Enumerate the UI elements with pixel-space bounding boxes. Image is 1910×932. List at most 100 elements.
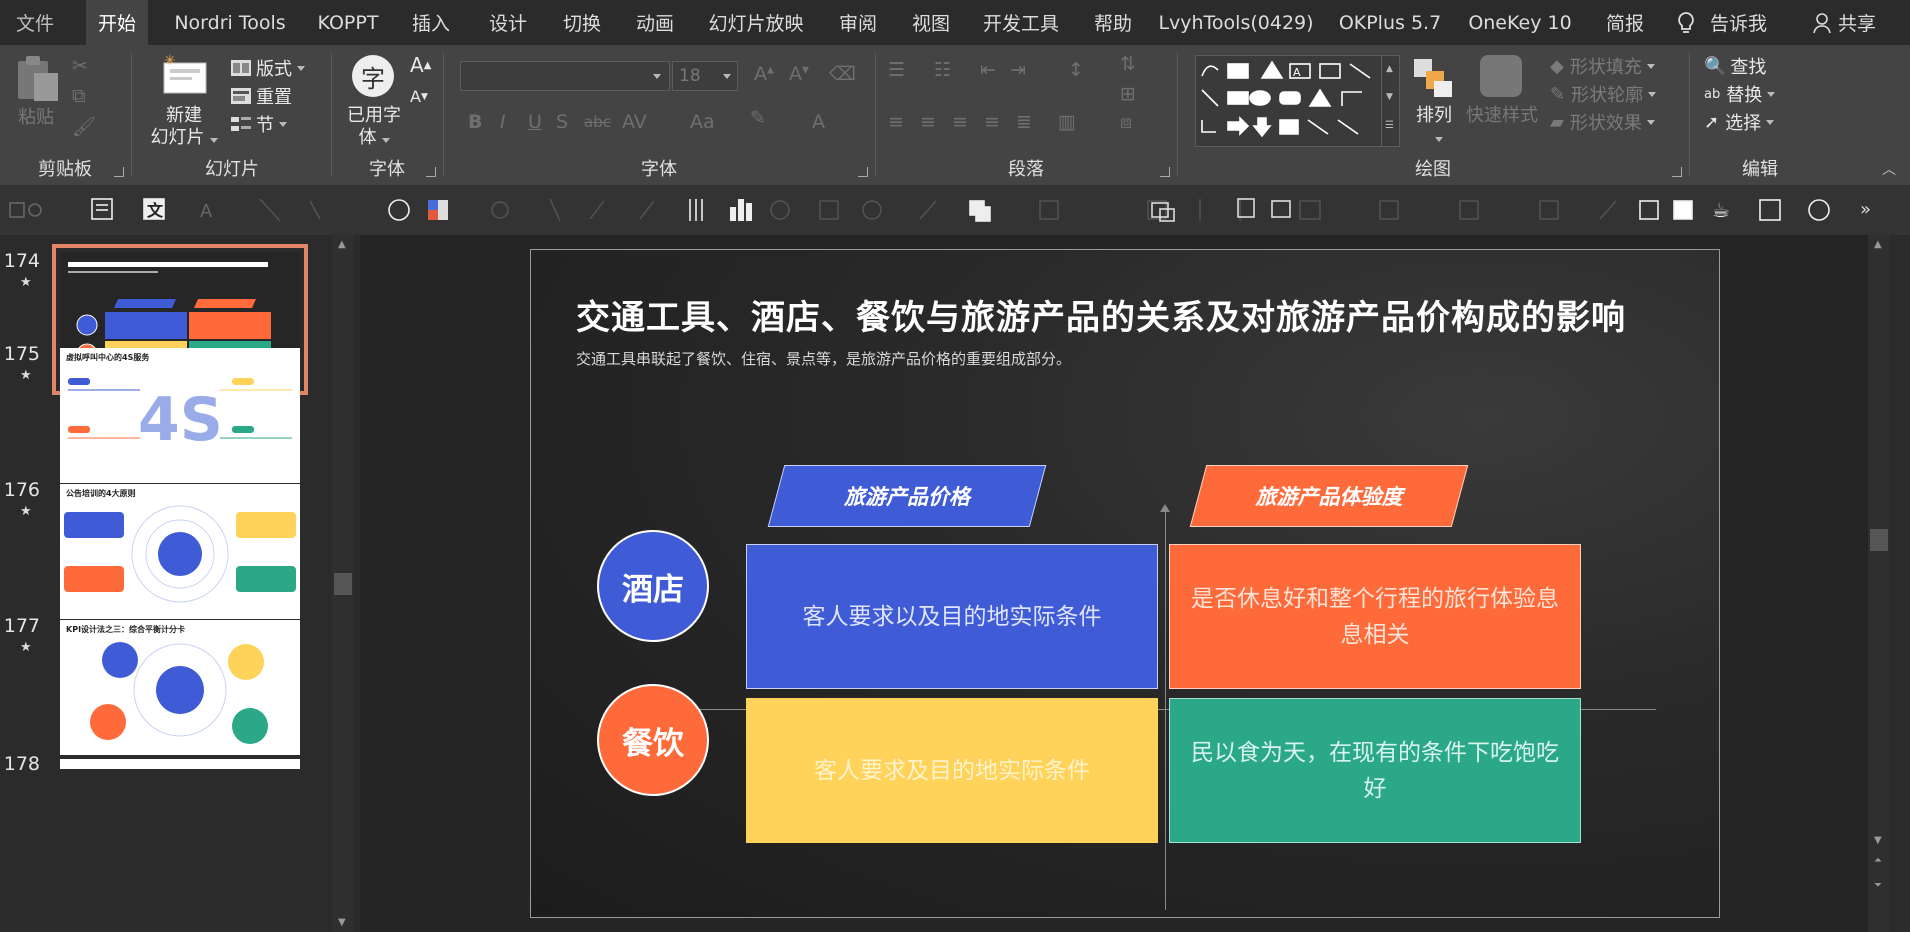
- scroll-down-icon[interactable]: ▼: [1874, 835, 1882, 846]
- header-price[interactable]: 旅游产品价格: [767, 465, 1047, 527]
- header-experience[interactable]: 旅游产品体验度: [1189, 465, 1469, 527]
- cell-dining-price[interactable]: 客人要求及目的地实际条件: [746, 698, 1158, 843]
- slide-thumbnail-176[interactable]: 公告培训的4大原则: [60, 484, 300, 619]
- scroll-up-icon[interactable]: ▲: [1874, 239, 1882, 250]
- quick-styles-label[interactable]: 快速样式: [1462, 105, 1542, 127]
- gallery-up-icon[interactable]: ▲: [1386, 64, 1393, 74]
- tab-animations[interactable]: 动画: [624, 0, 686, 45]
- char-spacing-icon[interactable]: AV: [622, 111, 647, 133]
- current-slide[interactable]: 交通工具、酒店、餐饮与旅游产品的关系及对旅游产品价构成的影响 交通工具串联起了餐…: [530, 249, 1720, 918]
- tab-file[interactable]: 文件: [0, 0, 70, 45]
- font-size-combo[interactable]: 18: [672, 61, 738, 91]
- used-fonts-label[interactable]: 已用字 体: [332, 105, 416, 149]
- tab-onekey[interactable]: OneKey 10: [1460, 0, 1580, 45]
- slide-thumbnail-175[interactable]: 虚拟呼叫中心的4S服务 4S: [60, 348, 300, 483]
- slide-thumbnail-178[interactable]: [60, 759, 300, 769]
- section-button[interactable]: 节: [230, 111, 287, 137]
- gallery-more-icon[interactable]: ☰: [1385, 120, 1394, 131]
- copy-icon[interactable]: ⧉: [72, 85, 86, 107]
- previous-slide-icon[interactable]: ⏶: [1874, 855, 1882, 866]
- numbering-icon[interactable]: ☷: [934, 59, 951, 81]
- editor-scrollbar[interactable]: ▲ ▼ ⏶ ⏷: [1868, 235, 1890, 932]
- shape-outline-button[interactable]: ✎ 形状轮廓: [1550, 81, 1657, 107]
- clear-format-icon[interactable]: ⌫: [829, 63, 856, 85]
- distribute-icon[interactable]: ≣: [1016, 111, 1032, 133]
- align-text-icon[interactable]: ⊞: [1120, 83, 1136, 105]
- smartart-icon[interactable]: ⧈: [1120, 111, 1132, 133]
- used-fonts-icon[interactable]: 字: [352, 55, 394, 97]
- tab-review[interactable]: 审阅: [827, 0, 889, 45]
- share-button[interactable]: 共享: [1812, 0, 1876, 45]
- slide-title[interactable]: 交通工具、酒店、餐饮与旅游产品的关系及对旅游产品价构成的影响: [576, 290, 1626, 339]
- bullets-icon[interactable]: ☰: [888, 59, 905, 81]
- scroll-up-icon[interactable]: ▲: [338, 239, 346, 250]
- tab-lvyhtools[interactable]: LvyhTools(0429): [1156, 0, 1316, 45]
- drawing-launcher[interactable]: [1672, 167, 1682, 177]
- justify-icon[interactable]: ≡: [984, 111, 1000, 133]
- align-center-icon[interactable]: ≡: [920, 111, 936, 133]
- decrease-indent-icon[interactable]: ⇤: [980, 59, 996, 81]
- bold-icon[interactable]: B: [468, 111, 482, 133]
- increase-font-icon[interactable]: A▲: [754, 63, 774, 85]
- shape-effects-button[interactable]: ▰ 形状效果: [1550, 109, 1655, 135]
- scroll-down-icon[interactable]: ▼: [338, 917, 346, 928]
- font-color-icon[interactable]: A: [812, 111, 825, 133]
- cell-hotel-experience[interactable]: 是否休息好和整个行程的旅行体验息息相关: [1169, 544, 1581, 689]
- next-slide-icon[interactable]: ⏷: [1874, 880, 1882, 891]
- tab-developer[interactable]: 开发工具: [973, 0, 1069, 45]
- underline-icon[interactable]: U: [528, 111, 542, 133]
- shape-fill-button[interactable]: ◆ 形状填充: [1550, 53, 1655, 79]
- find-button[interactable]: 🔍 查找: [1704, 53, 1766, 79]
- gallery-scroll[interactable]: ▲ ▼ ☰: [1381, 56, 1399, 146]
- align-right-icon[interactable]: ≡: [952, 111, 968, 133]
- tab-briefing[interactable]: 简报: [1595, 0, 1655, 45]
- tab-design[interactable]: 设计: [477, 0, 539, 45]
- paste-button[interactable]: [14, 53, 60, 107]
- select-button[interactable]: ➚ 选择: [1704, 109, 1775, 135]
- cut-icon[interactable]: ✂: [72, 55, 88, 77]
- change-case-icon[interactable]: Aa: [690, 111, 715, 133]
- cell-hotel-price[interactable]: 客人要求以及目的地实际条件: [746, 544, 1158, 689]
- font-name-combo[interactable]: [460, 61, 670, 91]
- new-slide-button[interactable]: ✳: [162, 53, 208, 101]
- tab-view[interactable]: 视图: [900, 0, 962, 45]
- replace-button[interactable]: ab 替换: [1704, 81, 1776, 107]
- strikethrough-icon[interactable]: abc: [584, 113, 611, 131]
- align-left-icon[interactable]: ≡: [888, 111, 904, 133]
- columns-icon[interactable]: ▥: [1058, 111, 1076, 133]
- tab-slideshow[interactable]: 幻灯片放映: [700, 0, 812, 45]
- used-fonts-launcher[interactable]: [426, 167, 436, 177]
- highlight-icon[interactable]: ✎: [750, 107, 766, 129]
- reset-button[interactable]: 重置: [230, 83, 292, 109]
- increase-indent-icon[interactable]: ⇥: [1010, 59, 1026, 81]
- tab-okplus[interactable]: OKPlus 5.7: [1330, 0, 1450, 45]
- shadow-icon[interactable]: S: [556, 111, 568, 133]
- shapes-gallery[interactable]: A ▲ ▼ ☰: [1195, 55, 1400, 147]
- italic-icon[interactable]: I: [500, 111, 506, 133]
- slide-thumbnail-177[interactable]: KPI设计法之三：综合平衡计分卡: [60, 620, 300, 755]
- collapse-ribbon-icon[interactable]: ︿: [1882, 159, 1896, 179]
- line-spacing-icon[interactable]: ↕: [1068, 59, 1084, 81]
- clipboard-launcher[interactable]: [114, 167, 124, 177]
- cell-dining-experience[interactable]: 民以食为天，在现有的条件下吃饱吃好: [1169, 698, 1581, 843]
- row-label-dining[interactable]: 餐饮: [597, 684, 709, 796]
- scrollbar-thumb[interactable]: [334, 573, 352, 595]
- paragraph-launcher[interactable]: [1160, 167, 1170, 177]
- tab-help[interactable]: 帮助: [1082, 0, 1144, 45]
- layout-button[interactable]: 版式: [230, 55, 305, 81]
- format-painter-icon[interactable]: 🖌: [72, 115, 96, 138]
- thumbnail-scrollbar[interactable]: ▲ ▼: [332, 235, 354, 932]
- grow-font-icon[interactable]: A ▲: [410, 53, 431, 77]
- tab-insert[interactable]: 插入: [400, 0, 462, 45]
- shrink-font-icon[interactable]: A ▼: [410, 87, 428, 106]
- gallery-down-icon[interactable]: ▼: [1386, 92, 1393, 102]
- quick-styles-icon[interactable]: [1480, 55, 1522, 97]
- scrollbar-thumb[interactable]: [1870, 529, 1888, 551]
- text-direction-icon[interactable]: ⇅: [1120, 53, 1136, 75]
- slide-subtitle[interactable]: 交通工具串联起了餐饮、住宿、景点等，是旅游产品价格的重要组成部分。: [576, 348, 1071, 369]
- tab-koppt[interactable]: KOPPT: [308, 0, 388, 45]
- row-label-hotel[interactable]: 酒店: [597, 530, 709, 642]
- tell-me-button[interactable]: 告诉我: [1676, 0, 1767, 45]
- font-launcher[interactable]: [858, 167, 868, 177]
- tab-transitions[interactable]: 切换: [551, 0, 613, 45]
